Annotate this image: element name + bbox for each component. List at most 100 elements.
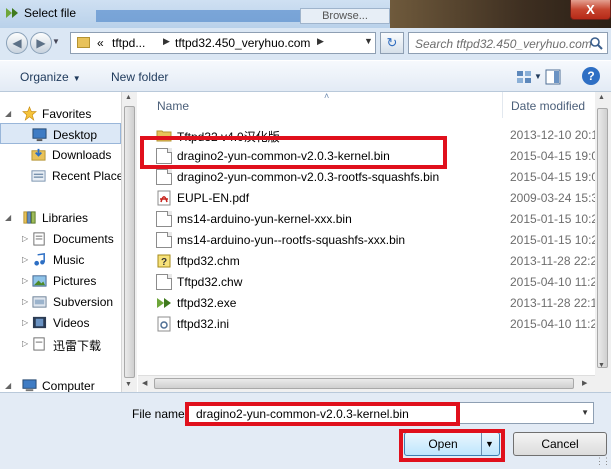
chevron-down-icon: ▼ [72, 74, 81, 83]
scroll-up-arrow-icon[interactable]: ▲ [598, 94, 605, 101]
scroll-left-arrow-icon[interactable]: ◀ [142, 379, 147, 387]
column-header-name[interactable]: Name [138, 92, 502, 118]
nav-pane-scrollbar[interactable]: ▲ ▼ [121, 92, 137, 392]
nav-documents[interactable]: ▷ Documents [0, 228, 121, 249]
expand-arrow-icon[interactable]: ▷ [22, 234, 28, 243]
recent-locations-dropdown-icon[interactable]: ▼ [52, 37, 60, 46]
search-box[interactable]: Search tftpd32.450_veryhuo.com [408, 32, 608, 54]
libraries-icon [23, 211, 36, 224]
recent-places-icon [31, 170, 46, 182]
breadcrumb-separator-icon[interactable]: ▶ [317, 36, 324, 47]
nav-computer[interactable]: ◢ Computer [0, 375, 121, 392]
tftpd-app-icon [6, 8, 18, 18]
expand-arrow-icon[interactable]: ▷ [22, 276, 28, 285]
navigation-pane: ◢ Favorites Desktop Downloads Recent Pla… [0, 92, 121, 392]
nav-music[interactable]: ▷ Music [0, 249, 121, 270]
exe-icon [157, 298, 171, 308]
nav-recent-places[interactable]: Recent Place [0, 165, 121, 186]
nav-videos[interactable]: ▷ Videos [0, 312, 121, 333]
nav-downloads[interactable]: Downloads [0, 144, 121, 165]
file-list-scrollbar[interactable]: ▲ ▼ [595, 92, 611, 392]
thunder-library-icon [33, 337, 45, 351]
file-row-ini[interactable]: tftpd32.ini 2015-04-10 11:21 [138, 313, 611, 334]
scroll-down-arrow-icon[interactable]: ▼ [598, 362, 605, 369]
expand-arrow-icon[interactable]: ▷ [22, 318, 28, 327]
expand-arrow-icon[interactable]: ▷ [22, 255, 28, 264]
file-row-ms14-rootfs[interactable]: ms14-arduino-yun--rootfs-squashfs-xxx.bi… [138, 229, 611, 250]
background-browse-button: Browse... [300, 8, 390, 24]
nav-desktop[interactable]: Desktop [0, 123, 121, 144]
resize-grip-icon[interactable]: ⋮⋮ [595, 456, 611, 467]
forward-button[interactable]: ▶ [30, 32, 52, 54]
subversion-library-icon [32, 296, 47, 308]
search-placeholder: Search tftpd32.450_veryhuo.com [415, 37, 592, 51]
folder-icon [156, 130, 172, 142]
expand-arrow-icon[interactable]: ◢ [5, 381, 11, 390]
star-icon [22, 106, 37, 121]
cancel-button[interactable]: Cancel [513, 432, 607, 456]
file-name-input[interactable]: dragino2-yun-common-v2.0.3-kernel.bin ▼ [188, 402, 594, 424]
window-title: Select file [24, 6, 77, 20]
nav-thunder-downloads[interactable]: ▷ 迅雷下载 [0, 333, 121, 354]
nav-pictures[interactable]: ▷ Pictures [0, 270, 121, 291]
scroll-down-arrow-icon[interactable]: ▼ [125, 381, 132, 388]
search-icon [590, 37, 603, 50]
preview-pane-icon[interactable] [545, 69, 561, 85]
file-list: ˄ Name Date modified Tftpd32 v4.0汉化版 201… [138, 92, 611, 392]
breadcrumb-separator-icon[interactable]: ▶ [163, 36, 170, 47]
help-icon[interactable]: ? [582, 67, 600, 85]
nav-subversion[interactable]: ▷ Subversion [0, 291, 121, 312]
document-icon [156, 211, 172, 227]
expand-arrow-icon[interactable]: ◢ [5, 109, 11, 118]
organize-menu[interactable]: Organize ▼ [20, 70, 81, 84]
view-dropdown-icon[interactable]: ▼ [534, 72, 542, 81]
address-bar[interactable]: « tftpd... ▶ tftpd32.450_veryhuo.com ▶ ▼ [70, 32, 376, 54]
back-arrow-icon: ◀ [12, 36, 22, 50]
file-row-kernel-bin[interactable]: dragino2-yun-common-v2.0.3-kernel.bin 20… [138, 145, 611, 166]
back-button[interactable]: ◀ [6, 32, 28, 54]
horizontal-scrollbar[interactable]: ◀ ▶ [138, 375, 595, 392]
new-folder-button[interactable]: New folder [111, 70, 168, 84]
scrollbar-thumb[interactable] [154, 378, 574, 389]
document-icon [156, 169, 172, 185]
expand-arrow-icon[interactable]: ▷ [22, 297, 28, 306]
view-options-icon[interactable] [516, 69, 532, 85]
refresh-button[interactable]: ↻ [380, 32, 404, 54]
expand-arrow-icon[interactable]: ◢ [5, 213, 11, 222]
desktop-icon [32, 128, 47, 142]
music-icon [34, 253, 45, 266]
chevron-down-icon[interactable]: ▼ [581, 408, 589, 417]
nav-favorites[interactable]: ◢ Favorites [0, 103, 121, 124]
pictures-icon [32, 275, 47, 287]
open-options-dropdown-icon[interactable]: ▼ [485, 433, 494, 455]
breadcrumb-overflow[interactable]: « [97, 36, 104, 50]
document-icon [156, 232, 172, 248]
open-button-label: Open [428, 437, 458, 451]
ini-settings-icon [157, 316, 171, 332]
scrollbar-thumb[interactable] [124, 106, 135, 378]
breadcrumb-tftpd[interactable]: tftpd... [112, 36, 145, 50]
address-dropdown-icon[interactable]: ▼ [364, 36, 373, 46]
address-row: ◀ ▶ ▼ « tftpd... ▶ tftpd32.450_veryhuo.c… [0, 28, 611, 60]
file-row-ms14-kernel[interactable]: ms14-arduino-yun-kernel-xxx.bin 2015-01-… [138, 208, 611, 229]
file-row-pdf[interactable]: EUPL-EN.pdf 2009-03-24 15:34 [138, 187, 611, 208]
title-bar: Browse... Select file X [0, 0, 611, 28]
expand-arrow-icon[interactable]: ▷ [22, 339, 28, 348]
svg-text:?: ? [161, 257, 167, 268]
document-icon [156, 274, 172, 290]
close-button[interactable]: X [570, 0, 611, 20]
file-row-folder[interactable]: Tftpd32 v4.0汉化版 2013-12-10 20:13 [138, 124, 611, 145]
document-icon [156, 148, 172, 164]
open-button[interactable]: Open ▼ [404, 432, 500, 456]
scrollbar-thumb[interactable] [597, 108, 608, 368]
nav-libraries[interactable]: ◢ Libraries [0, 207, 121, 228]
file-row-rootfs-bin[interactable]: dragino2-yun-common-v2.0.3-rootfs-squash… [138, 166, 611, 187]
file-row-exe[interactable]: tftpd32.exe 2013-11-28 22:18 [138, 292, 611, 313]
background-window-strip [96, 10, 332, 22]
breadcrumb-current-folder[interactable]: tftpd32.450_veryhuo.com [175, 36, 310, 50]
file-row-chm[interactable]: ? tftpd32.chm 2013-11-28 22:21 [138, 250, 611, 271]
forward-arrow-icon: ▶ [36, 36, 46, 50]
file-row-chw[interactable]: Tftpd32.chw 2015-04-10 11:26 [138, 271, 611, 292]
scroll-up-arrow-icon[interactable]: ▲ [125, 94, 132, 101]
scroll-right-arrow-icon[interactable]: ▶ [582, 379, 587, 387]
